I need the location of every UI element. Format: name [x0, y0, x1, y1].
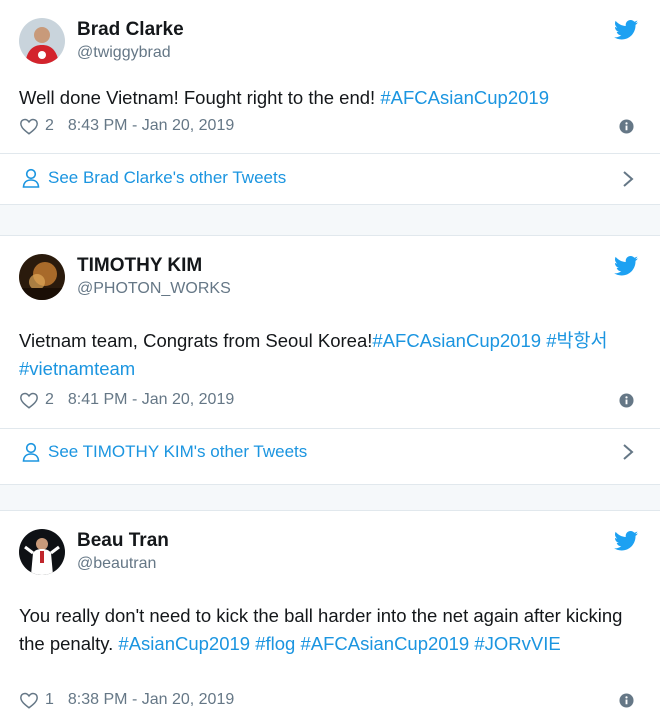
heart-icon[interactable]: [19, 391, 39, 409]
heart-icon[interactable]: [19, 117, 39, 135]
see-other-tweets-link[interactable]: See TIMOTHY KIM's other Tweets: [22, 442, 307, 462]
author-handle[interactable]: @PHOTON_WORKS: [77, 280, 231, 298]
tweet-text-segment: Vietnam team, Congrats from Seoul Korea!: [19, 330, 373, 351]
card-gap: [0, 485, 660, 510]
hashtag-link[interactable]: #JORvVIE: [474, 633, 560, 654]
chevron-right-icon[interactable]: [622, 443, 634, 461]
tweet-text: Well done Vietnam! Fought right to the e…: [19, 84, 639, 112]
see-other-tweets-link[interactable]: See Brad Clarke's other Tweets: [22, 168, 286, 188]
author-name[interactable]: Beau Tran: [77, 530, 169, 552]
tweet-header: TIMOTHY KIM @PHOTON_WORKS: [0, 236, 660, 300]
twitter-bird-icon[interactable]: [614, 20, 638, 40]
twitter-bird-icon[interactable]: [614, 256, 638, 276]
tweet-text: Vietnam team, Congrats from Seoul Korea!…: [19, 327, 639, 383]
hashtag-link[interactable]: #AFCAsianCup2019: [301, 633, 470, 654]
tweet-text: You really don't need to kick the ball h…: [19, 602, 639, 658]
divider: [0, 153, 660, 154]
tweet-text-segment: Well done Vietnam! Fought right to the e…: [19, 87, 381, 108]
tweet-timestamp[interactable]: 8:41 PM - Jan 20, 2019: [68, 391, 234, 409]
hashtag-link[interactable]: #AFCAsianCup2019: [372, 330, 541, 351]
hashtag-link[interactable]: #박항서: [546, 330, 607, 351]
tweet-timestamp[interactable]: 8:38 PM - Jan 20, 2019: [68, 691, 234, 709]
info-icon[interactable]: [619, 693, 634, 708]
person-icon: [22, 168, 40, 188]
see-other-tweets-label[interactable]: See TIMOTHY KIM's other Tweets: [48, 442, 307, 462]
tweet-header: Beau Tran @beautran: [0, 511, 660, 575]
tweet-meta: 2 8:43 PM - Jan 20, 2019: [19, 117, 234, 135]
avatar[interactable]: [19, 18, 65, 64]
tweet-card: Beau Tran @beautran You really don't nee…: [0, 510, 660, 718]
tweet-header: Brad Clarke @twiggybrad: [0, 0, 660, 64]
like-count[interactable]: 2: [45, 391, 54, 409]
hashtag-link[interactable]: #AsianCup2019: [118, 633, 250, 654]
like-count[interactable]: 2: [45, 117, 54, 135]
tweet-card: Brad Clarke @twiggybrad Well done Vietna…: [0, 0, 660, 205]
see-other-tweets-label[interactable]: See Brad Clarke's other Tweets: [48, 168, 286, 188]
divider: [0, 428, 660, 429]
author-handle[interactable]: @beautran: [77, 555, 156, 573]
avatar[interactable]: [19, 254, 65, 300]
chevron-right-icon[interactable]: [622, 170, 634, 188]
hashtag-link[interactable]: #AFCAsianCup2019: [380, 87, 549, 108]
info-icon[interactable]: [619, 393, 634, 408]
card-gap: [0, 205, 660, 235]
heart-icon[interactable]: [19, 691, 39, 709]
tweet-meta: 1 8:38 PM - Jan 20, 2019: [19, 691, 234, 709]
avatar[interactable]: [19, 529, 65, 575]
author-name[interactable]: TIMOTHY KIM: [77, 255, 202, 277]
author-name[interactable]: Brad Clarke: [77, 19, 184, 41]
tweet-card: TIMOTHY KIM @PHOTON_WORKS Vietnam team, …: [0, 235, 660, 485]
hashtag-link[interactable]: #vietnamteam: [19, 358, 135, 379]
tweet-meta: 2 8:41 PM - Jan 20, 2019: [19, 391, 234, 409]
person-icon: [22, 442, 40, 462]
author-handle[interactable]: @twiggybrad: [77, 44, 171, 62]
tweet-timestamp[interactable]: 8:43 PM - Jan 20, 2019: [68, 117, 234, 135]
info-icon[interactable]: [619, 119, 634, 134]
twitter-bird-icon[interactable]: [614, 531, 638, 551]
like-count[interactable]: 1: [45, 691, 54, 709]
hashtag-link[interactable]: #flog: [255, 633, 295, 654]
